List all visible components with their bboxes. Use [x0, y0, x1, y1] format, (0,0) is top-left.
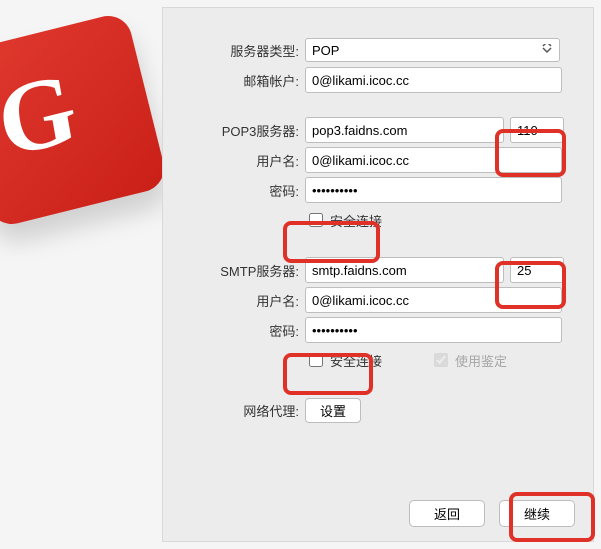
- label-smtp-password: 密码:: [181, 321, 305, 340]
- smtp-secure-checkbox[interactable]: 安全连接: [305, 350, 382, 370]
- label-pop3-username: 用户名:: [181, 151, 305, 170]
- pop3-secure-label: 安全连接: [330, 211, 382, 230]
- label-mail-account: 邮箱帐户:: [181, 71, 305, 90]
- smtp-secure-label: 安全连接: [330, 351, 382, 370]
- pop3-user-input[interactable]: [305, 147, 562, 173]
- pop3-secure-checkbox[interactable]: 安全连接: [305, 210, 382, 230]
- smtp-port-input[interactable]: [510, 257, 564, 283]
- smtp-pass-input[interactable]: [305, 317, 562, 343]
- label-proxy: 网络代理:: [181, 401, 305, 420]
- pop3-secure-box[interactable]: [309, 213, 323, 227]
- smtp-host-input[interactable]: [305, 257, 504, 283]
- pop3-port-input[interactable]: [510, 117, 564, 143]
- pop3-host-input[interactable]: [305, 117, 504, 143]
- label-server-type: 服务器类型:: [181, 41, 305, 60]
- label-smtp-username: 用户名:: [181, 291, 305, 310]
- label-pop3-server: POP3服务器:: [181, 121, 305, 140]
- app-logo: [0, 11, 169, 229]
- back-button[interactable]: 返回: [409, 500, 485, 527]
- smtp-secure-box[interactable]: [309, 353, 323, 367]
- config-panel: 服务器类型: POP 邮箱帐户: POP3服务器: 用户名: 密码:: [162, 7, 594, 542]
- smtp-auth-label: 使用鉴定: [455, 351, 507, 370]
- server-type-select[interactable]: POP: [305, 38, 560, 62]
- smtp-auth-checkbox: 使用鉴定: [430, 350, 507, 370]
- label-pop3-password: 密码:: [181, 181, 305, 200]
- mail-account-input[interactable]: [305, 67, 562, 93]
- proxy-settings-button[interactable]: 设置: [305, 398, 361, 423]
- smtp-user-input[interactable]: [305, 287, 562, 313]
- smtp-auth-box: [434, 353, 448, 367]
- pop3-pass-input[interactable]: [305, 177, 562, 203]
- continue-button[interactable]: 继续: [499, 500, 575, 527]
- label-smtp-server: SMTP服务器:: [181, 261, 305, 280]
